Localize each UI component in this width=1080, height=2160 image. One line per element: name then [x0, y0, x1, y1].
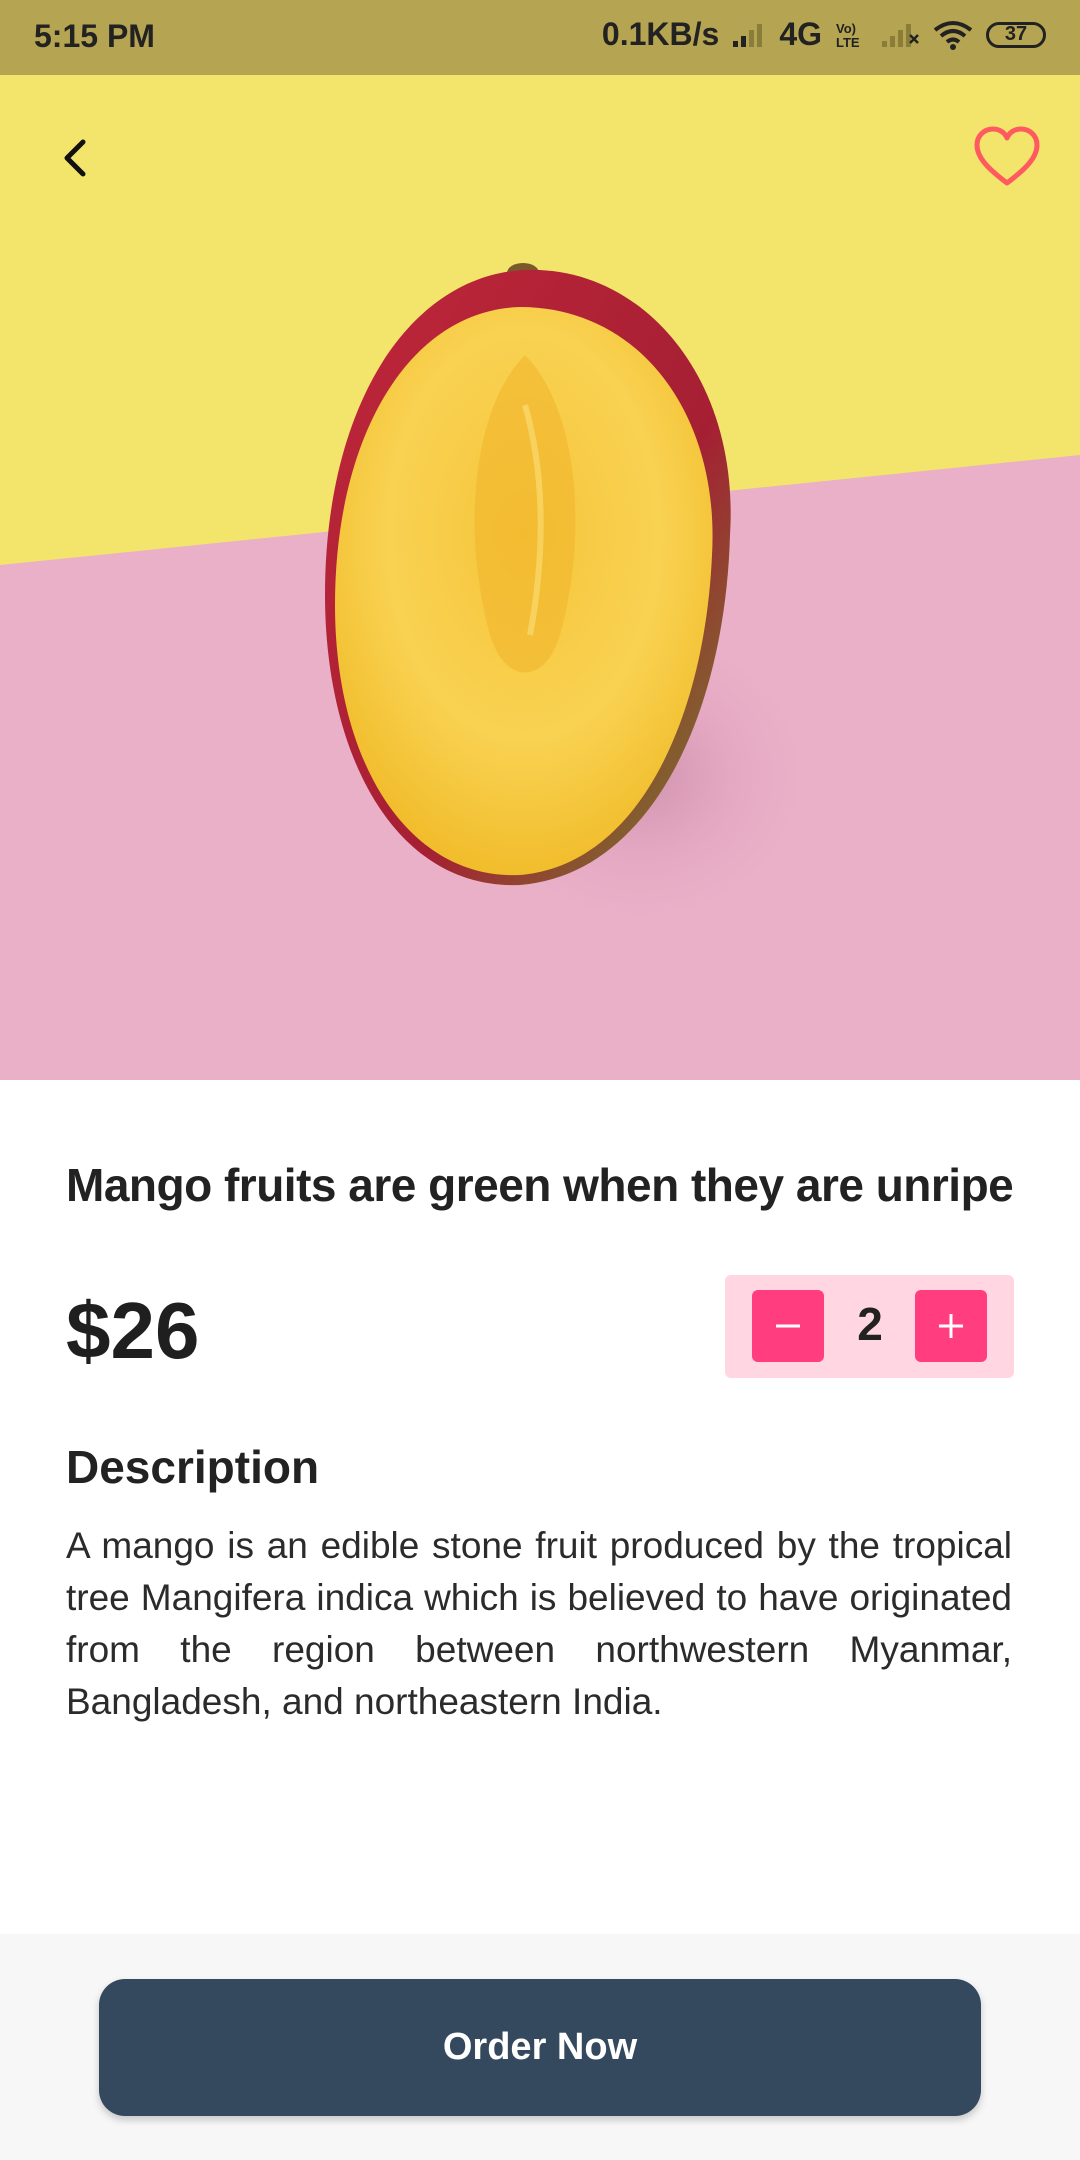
description-heading: Description — [66, 1441, 320, 1493]
battery-icon: 37 — [986, 21, 1046, 48]
status-bar: 5:15 PM 0.1KB/s 4G Vo) LTE 37 — [0, 0, 1080, 75]
svg-text:LTE: LTE — [836, 35, 860, 50]
battery-level: 37 — [1004, 23, 1028, 45]
order-now-label: Order Now — [442, 2026, 638, 2068]
signal-icon — [733, 23, 763, 47]
favorite-button[interactable] — [972, 123, 1042, 193]
network-type: 4G — [779, 16, 822, 52]
status-icons: 0.1KB/s 4G Vo) LTE 37 — [602, 16, 1046, 53]
minus-icon — [776, 1324, 800, 1328]
volte-icon: Vo) LTE — [836, 21, 860, 50]
product-title: Mango fruits are green when they are unr… — [66, 1159, 1014, 1211]
wifi-icon — [933, 20, 973, 50]
network-speed: 0.1KB/s — [601, 16, 720, 52]
product-price: $26 — [66, 1286, 200, 1375]
plus-icon — [939, 1314, 963, 1338]
product-image — [0, 75, 1080, 1080]
back-button[interactable] — [50, 130, 106, 186]
quantity-value: 2 — [857, 1298, 883, 1350]
status-time: 5:15 PM — [34, 18, 155, 54]
chevron-left-icon — [64, 139, 86, 177]
mango-photo — [0, 75, 1080, 1080]
quantity-stepper: 2 — [725, 1275, 1014, 1378]
heart-outline-icon — [974, 126, 1040, 186]
increase-quantity-button[interactable] — [915, 1290, 987, 1362]
description-text: A mango is an edible stone fruit produce… — [66, 1525, 1012, 1722]
decrease-quantity-button[interactable] — [752, 1290, 824, 1362]
svg-text:Vo): Vo) — [836, 21, 856, 36]
order-now-button[interactable]: Order Now — [99, 1979, 981, 2116]
bottom-action-bar: Order Now — [0, 1934, 1080, 2160]
signal-empty-icon — [882, 23, 919, 47]
